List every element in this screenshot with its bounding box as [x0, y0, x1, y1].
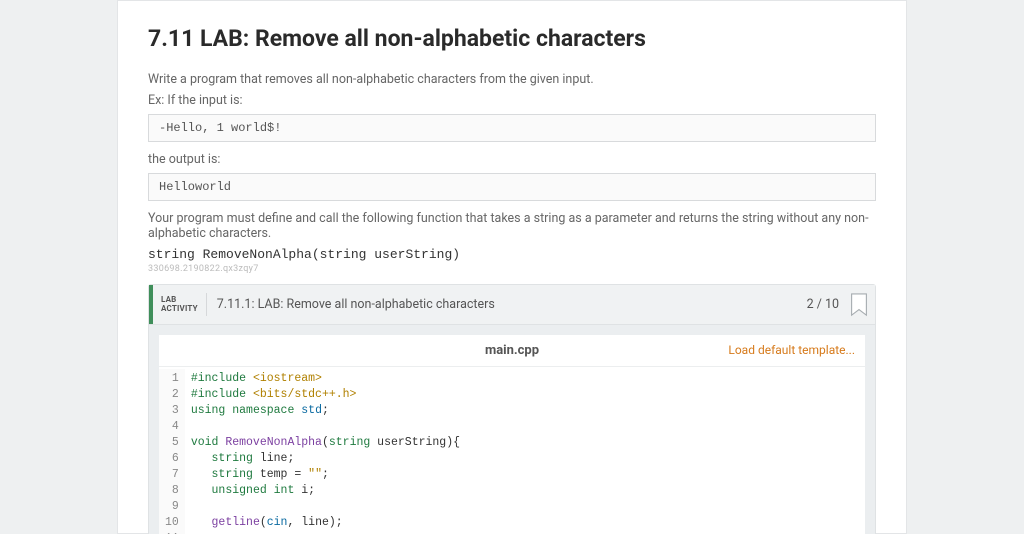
line-number: 10	[165, 515, 179, 531]
code-editor[interactable]: main.cpp Load default template... 123456…	[159, 335, 865, 534]
line-number: 5	[165, 435, 179, 451]
function-signature: string RemoveNonAlpha(string userString)	[148, 247, 876, 262]
line-number: 2	[165, 387, 179, 403]
line-number: 3	[165, 403, 179, 419]
code-lines[interactable]: #include <iostream>#include <bits/stdc++…	[185, 369, 460, 534]
intro-text: Write a program that removes all non-alp…	[148, 72, 876, 87]
lab-header: LAB ACTIVITY 7.11.1: LAB: Remove all non…	[149, 285, 875, 325]
load-default-template-link[interactable]: Load default template...	[728, 343, 855, 357]
lab-activity-panel: LAB ACTIVITY 7.11.1: LAB: Remove all non…	[148, 284, 876, 534]
line-number: 7	[165, 467, 179, 483]
code-line[interactable]	[191, 499, 460, 515]
editor-header: main.cpp Load default template...	[159, 335, 865, 367]
code-line[interactable]: getline(cin, line);	[191, 515, 460, 531]
code-line[interactable]: unsigned int i;	[191, 483, 460, 499]
line-number: 9	[165, 499, 179, 515]
code-line[interactable]: string temp = "";	[191, 467, 460, 483]
watermark: 330698.2190822.qx3zqy7	[148, 264, 876, 274]
line-number: 8	[165, 483, 179, 499]
code-line[interactable]: string line;	[191, 451, 460, 467]
code-line[interactable]: void RemoveNonAlpha(string userString){	[191, 435, 460, 451]
code-line[interactable]: #include <bits/stdc++.h>	[191, 387, 460, 403]
editor-container: main.cpp Load default template... 123456…	[149, 325, 875, 534]
content-card: 7.11 LAB: Remove all non-alphabetic char…	[117, 0, 907, 534]
input-label: Ex: If the input is:	[148, 93, 876, 108]
code-line[interactable]: using namespace std;	[191, 403, 460, 419]
line-number: 1	[165, 371, 179, 387]
code-area[interactable]: 1234567891011 #include <iostream>#includ…	[159, 367, 865, 534]
code-line[interactable]	[191, 419, 460, 435]
requirement-text: Your program must define and call the fo…	[148, 211, 876, 241]
lab-tag-line2: ACTIVITY	[161, 305, 198, 314]
line-number-gutter: 1234567891011	[159, 369, 185, 534]
bookmark-icon[interactable]	[849, 293, 869, 317]
line-number: 6	[165, 451, 179, 467]
example-output-box: Helloworld	[148, 173, 876, 201]
filename-label: main.cpp	[485, 343, 539, 358]
page-title: 7.11 LAB: Remove all non-alphabetic char…	[148, 25, 876, 52]
lab-activity-tag: LAB ACTIVITY	[149, 285, 206, 324]
lab-title: 7.11.1: LAB: Remove all non-alphabetic c…	[207, 285, 807, 324]
line-number: 4	[165, 419, 179, 435]
lab-score: 2 / 10	[807, 285, 847, 324]
code-line[interactable]: #include <iostream>	[191, 371, 460, 387]
example-input-box: -Hello, 1 world$!	[148, 114, 876, 142]
output-label: the output is:	[148, 152, 876, 167]
